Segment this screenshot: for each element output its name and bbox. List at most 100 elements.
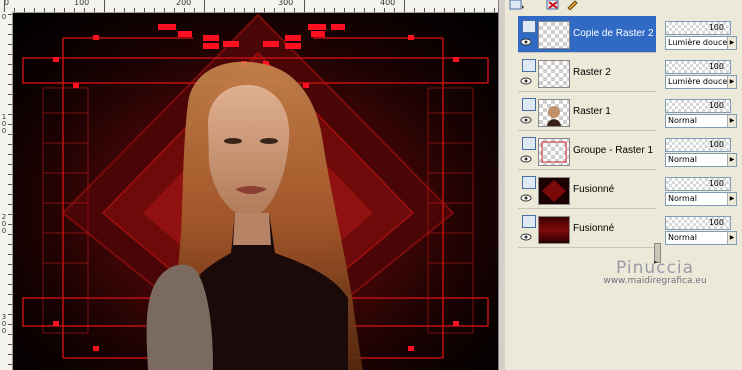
ruler-tick <box>8 104 12 105</box>
layer-row-raster-1[interactable]: Raster 1 <box>518 94 656 131</box>
blend-mode-value: Normal <box>668 116 697 125</box>
opacity-value: 100 <box>708 218 724 227</box>
layer-type-icon <box>522 176 536 189</box>
ruler-label: 3 0 0 <box>1 313 7 335</box>
watermark-url: www.maidiregrafica.eu <box>603 276 707 286</box>
opacity-slider[interactable]: 100 <box>665 216 731 230</box>
ruler-tick <box>8 204 12 205</box>
blend-mode-select[interactable]: Normal ▶ <box>665 114 737 128</box>
ruler-tick <box>8 124 12 125</box>
opacity-slider[interactable]: 100 <box>665 99 731 113</box>
layer-props: 100 Lumière douce ▶ <box>664 16 738 52</box>
eye-icon[interactable] <box>520 116 532 124</box>
ruler-tick <box>104 0 105 12</box>
opacity-slider[interactable]: 100 <box>665 138 731 152</box>
ruler-tick <box>8 74 12 75</box>
ruler-tick <box>414 8 415 12</box>
dropdown-arrow-icon[interactable]: ▶ <box>727 193 736 205</box>
opacity-slider[interactable]: 100 <box>665 21 731 35</box>
ruler-tick <box>134 8 135 12</box>
ruler-tick <box>464 8 465 12</box>
opacity-value: 100 <box>708 101 724 110</box>
layer-thumbnail <box>538 216 570 244</box>
eye-icon[interactable] <box>520 194 532 202</box>
ruler-tick <box>234 8 235 12</box>
eye-icon[interactable] <box>520 38 532 46</box>
layer-props: 100 Normal ▶ <box>664 133 738 169</box>
ruler-tick <box>8 144 12 145</box>
opacity-value: 100 <box>708 140 724 149</box>
ruler-tick <box>8 14 12 15</box>
ruler-tick <box>494 8 495 12</box>
dropdown-arrow-icon[interactable]: ▶ <box>727 154 736 166</box>
layer-row-fusionne-1[interactable]: Fusionné <box>518 172 656 209</box>
ruler-tick <box>8 94 12 95</box>
ruler-tick <box>8 334 12 335</box>
ruler-tick <box>8 34 12 35</box>
ruler-label: 2 0 0 <box>1 213 7 235</box>
ruler-tick <box>8 224 12 225</box>
opacity-slider[interactable]: 100 <box>665 60 731 74</box>
ruler-tick <box>364 8 365 12</box>
layer-row-raster-2[interactable]: Raster 2 <box>518 55 656 92</box>
eye-icon[interactable] <box>520 155 532 163</box>
layer-name: Raster 2 <box>573 67 611 78</box>
opacity-value: 100 <box>708 179 724 188</box>
blend-mode-select[interactable]: Lumière douce ▶ <box>665 75 737 89</box>
layer-thumbnail <box>538 177 570 205</box>
opacity-value: 100 <box>708 23 724 32</box>
ruler-tick <box>184 8 185 12</box>
ruler-tick <box>314 8 315 12</box>
dropdown-arrow-icon[interactable]: ▶ <box>727 37 736 49</box>
layer-type-icon <box>522 59 536 72</box>
layer-thumbnail <box>538 138 570 166</box>
layer-row-fusionne-2[interactable]: Fusionné <box>518 211 656 248</box>
ruler-tick <box>64 8 65 12</box>
dropdown-arrow-icon[interactable]: ▶ <box>727 232 736 244</box>
ruler-tick <box>8 184 12 185</box>
image-canvas[interactable] <box>13 13 498 370</box>
layer-thumbnail <box>538 99 570 127</box>
ruler-tick <box>8 24 12 25</box>
blend-mode-value: Normal <box>668 233 697 242</box>
ruler-tick <box>8 44 12 45</box>
vertical-ruler: 0 1 0 0 2 0 0 3 0 0 <box>0 12 13 370</box>
blend-mode-value: Normal <box>668 155 697 164</box>
opacity-slider[interactable]: 100 <box>665 177 731 191</box>
ruler-label: 400 <box>380 0 396 7</box>
canvas-artwork <box>13 13 498 370</box>
ruler-tick <box>434 8 435 12</box>
ruler-label: 100 <box>74 0 90 7</box>
ruler-tick <box>8 84 12 85</box>
ruler-tick <box>394 8 395 12</box>
blend-mode-select[interactable]: Lumière douce ▶ <box>665 36 737 50</box>
dropdown-arrow-icon[interactable]: ▶ <box>727 115 736 127</box>
layer-row-groupe-raster-1[interactable]: Groupe - Raster 1 <box>518 133 656 170</box>
ruler-tick <box>294 8 295 12</box>
ruler-tick <box>8 234 12 235</box>
ruler-tick <box>8 344 12 345</box>
blend-mode-select[interactable]: Normal ▶ <box>665 192 737 206</box>
ruler-tick <box>8 134 12 135</box>
layer-type-icon <box>522 137 536 150</box>
eye-icon[interactable] <box>520 233 532 241</box>
layer-row-copie-raster-2[interactable]: Copie de Raster 2 <box>518 16 656 53</box>
panel-splitter[interactable] <box>498 0 505 370</box>
edit-icon[interactable] <box>565 0 581 11</box>
eye-icon[interactable] <box>520 77 532 85</box>
ruler-tick <box>8 114 12 115</box>
ruler-label: 1 0 0 <box>1 113 7 135</box>
delete-layer-icon[interactable] <box>545 0 561 10</box>
ruler-tick <box>74 8 75 12</box>
blend-mode-select[interactable]: Normal ▶ <box>665 231 737 245</box>
ruler-tick <box>304 0 305 12</box>
ruler-tick <box>204 0 205 12</box>
new-layer-icon[interactable] <box>508 0 524 10</box>
dropdown-arrow-icon[interactable]: ▶ <box>727 76 736 88</box>
ruler-tick <box>274 8 275 12</box>
blend-mode-select[interactable]: Normal ▶ <box>665 153 737 167</box>
ruler-tick <box>384 8 385 12</box>
ruler-tick <box>8 264 12 265</box>
layers-toolbar <box>505 0 742 11</box>
ruler-tick <box>344 8 345 12</box>
